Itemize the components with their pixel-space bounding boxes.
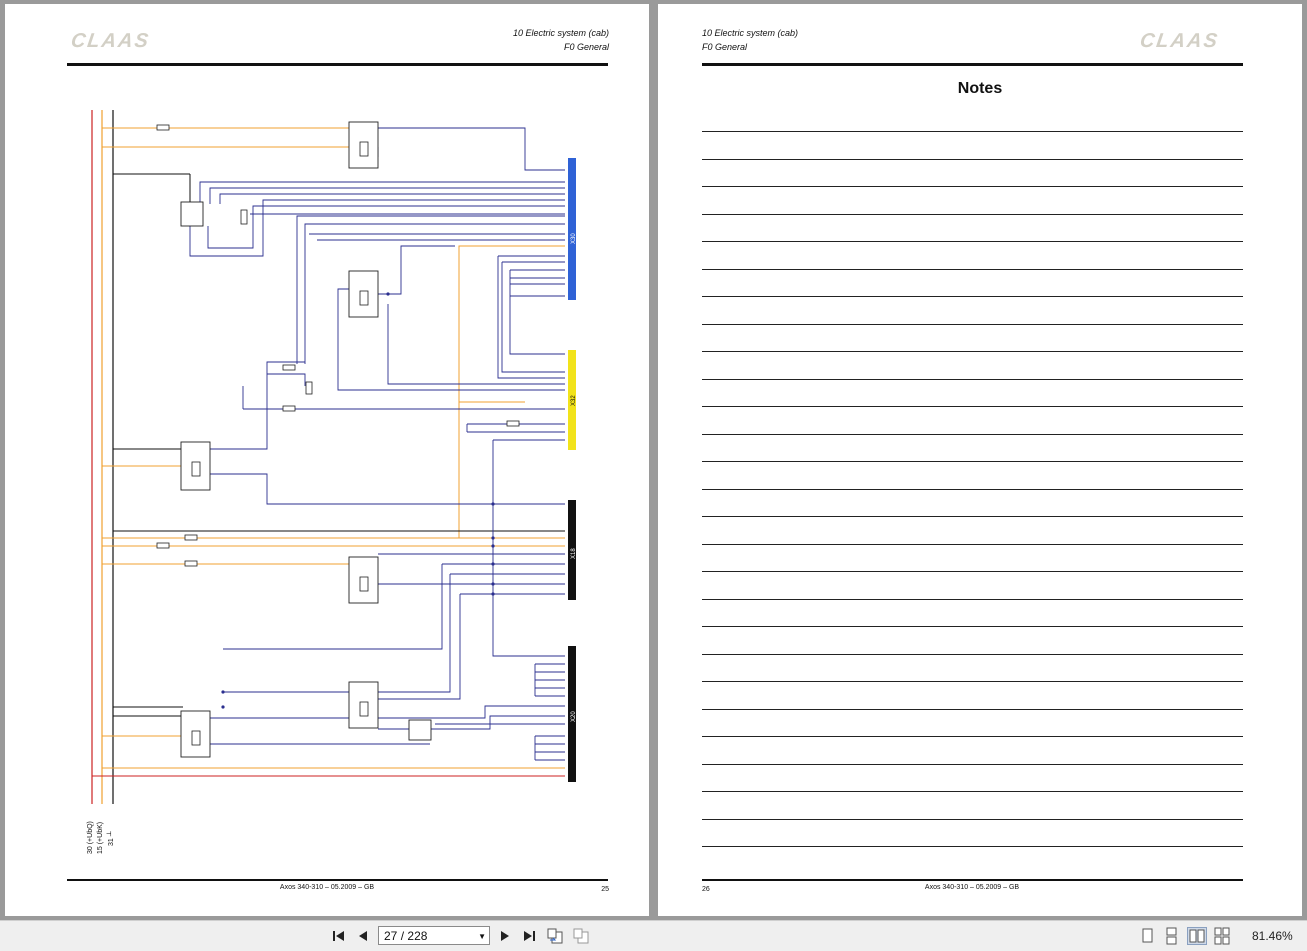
notes-rule-line [702, 598, 1243, 600]
footer-title: Axos 340-310 – 05.2009 – GB [924, 884, 1020, 891]
notes-rule-line [702, 818, 1243, 820]
header-section: 10 Electric system (cab) [702, 28, 799, 38]
notes-rule-line [702, 296, 1243, 297]
notes-rule-line [702, 131, 1243, 132]
page-number-field[interactable]: 27 / 228 ▼ [378, 926, 490, 945]
connector-label-x32: X32 [571, 395, 577, 406]
notes-rule-line [702, 186, 1243, 187]
header-subsection: F0 General [702, 42, 748, 52]
notes-rule-line [702, 736, 1243, 737]
continuous-facing-view-button[interactable] [1212, 927, 1232, 945]
total-pages-value: 228 [407, 929, 428, 943]
footer-rule [67, 879, 608, 881]
notes-rule-line [702, 791, 1243, 792]
first-page-button[interactable] [330, 927, 348, 945]
previous-view-icon [547, 928, 563, 944]
connector-label-x18: X18 [571, 548, 577, 559]
header-rule [702, 63, 1243, 66]
notes-rule-line [702, 516, 1243, 517]
notes-rule-line [702, 708, 1243, 710]
next-page-button[interactable] [496, 927, 514, 945]
notes-rule-line [702, 626, 1243, 627]
document-page-right: 10 Electric system (cab) F0 General CLAA… [658, 4, 1302, 916]
supply-rails [91, 110, 114, 804]
next-view-icon [573, 928, 589, 944]
next-page-icon [501, 931, 509, 941]
notes-rule-line [702, 681, 1243, 682]
notes-rule-line [702, 378, 1243, 380]
wiring-diagram [91, 110, 576, 804]
relay-boxes [180, 121, 432, 758]
zoom-level[interactable]: 81.46% [1252, 929, 1293, 943]
connector-label-x20: X20 [571, 711, 577, 722]
notes-rule-line [702, 461, 1243, 462]
page-number: 25 [601, 886, 609, 893]
blue-wires [183, 127, 565, 761]
junction-dots [221, 292, 495, 709]
notes-rule-line [702, 158, 1243, 160]
notes-rule-line [702, 653, 1243, 655]
claas-logo: CLAAS [1138, 30, 1221, 52]
page-separator: / [400, 929, 405, 943]
notes-title: Notes [957, 80, 1003, 97]
continuous-page-icon [1166, 927, 1177, 945]
connector-x30 [568, 158, 576, 300]
last-page-button[interactable] [520, 927, 538, 945]
notes-rule-line [702, 241, 1243, 242]
notes-rule-line [702, 488, 1243, 490]
supply-label-15: 15 (+UbK) [97, 821, 104, 854]
notes-rule-line [702, 543, 1243, 545]
previous-page-icon [359, 931, 367, 941]
previous-page-button[interactable] [354, 927, 372, 945]
notes-rule-line [702, 763, 1243, 765]
connector-label-x30: X30 [571, 233, 577, 244]
previous-view-button[interactable] [546, 927, 564, 945]
current-page-value: 27 [384, 929, 398, 943]
notes-rule-line [702, 433, 1243, 435]
next-view-button[interactable] [572, 927, 590, 945]
first-page-icon [333, 931, 344, 941]
viewer-toolbar: 27 / 228 ▼ 81.46% [0, 920, 1307, 951]
document-page-left: CLAAS 10 Electric system (cab) F0 Genera… [5, 4, 649, 916]
last-page-icon [524, 931, 535, 941]
footer-rule [702, 879, 1243, 881]
continuous-view-button[interactable] [1161, 927, 1181, 945]
notes-rule-line [702, 268, 1243, 270]
notes-rule-line [702, 846, 1243, 847]
notes-rule-line [702, 406, 1243, 407]
notes-rule-line [702, 213, 1243, 215]
single-page-view-button[interactable] [1137, 927, 1157, 945]
supply-label-30: 30 (+UbQ) [87, 821, 94, 854]
chevron-down-icon: ▼ [478, 932, 486, 941]
notes-rule-line [702, 323, 1243, 325]
relay-coils [191, 141, 369, 746]
notes-rule-line [702, 571, 1243, 572]
footer-title: Axos 340-310 – 05.2009 – GB [279, 884, 375, 891]
continuous-facing-icon [1214, 927, 1230, 945]
notes-rule-line [702, 351, 1243, 352]
facing-view-button[interactable] [1187, 927, 1207, 945]
supply-label-31: 31 ┴ [108, 831, 115, 846]
facing-pages-icon [1189, 929, 1205, 943]
single-page-icon [1142, 928, 1153, 943]
